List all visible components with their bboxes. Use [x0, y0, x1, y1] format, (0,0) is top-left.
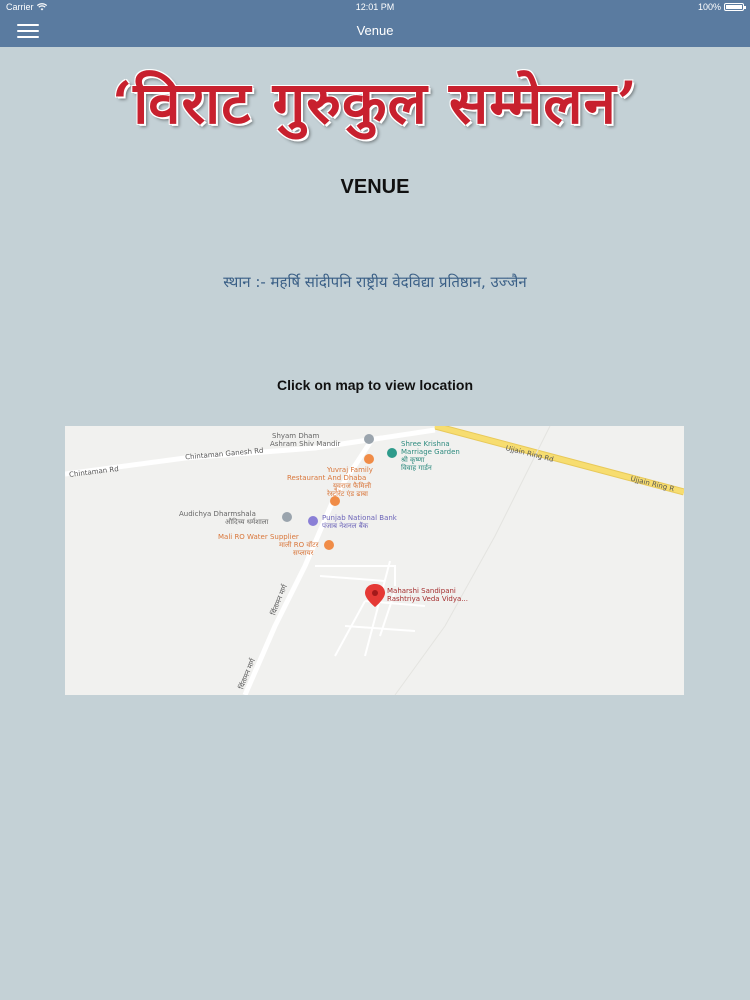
map-label: Shyam Dham — [272, 432, 320, 440]
map-label: Mali RO Water Supplier — [218, 533, 299, 541]
nav-title: Venue — [356, 23, 394, 38]
battery-icon — [724, 3, 746, 11]
page-title: VENUE — [340, 176, 410, 198]
map-label: Shree Krishna — [401, 440, 450, 448]
map-label: विवाह गार्डन — [401, 464, 432, 472]
map-label: माली RO वॉटर — [279, 541, 319, 549]
event-banner: ‘विराट गुरुकुल सम्मेलन’ — [0, 58, 750, 168]
map-label: Punjab National Bank — [322, 514, 397, 522]
map-label: सप्लायर — [293, 549, 314, 557]
location-pin-icon — [365, 584, 385, 607]
map-label: औदिच्य धर्मशाला — [225, 518, 269, 526]
battery-indicator: 100% — [697, 2, 746, 12]
map-hint: Click on map to view location — [276, 377, 474, 393]
map-label: Rashtriya Veda Vidya... — [387, 595, 468, 603]
map-label: Yuvraj Family — [327, 466, 373, 474]
map-label: Restaurant And Dhaba — [287, 474, 367, 482]
status-bar: Carrier 12:01 PM 100% — [0, 0, 750, 15]
map-label: Maharshi Sandipani — [387, 587, 456, 595]
map-label: श्री कृष्णा — [401, 456, 425, 464]
map-graphic — [65, 426, 684, 695]
map-label: Ashram Shiv Mandir — [270, 440, 341, 448]
nav-bar: Venue — [0, 15, 750, 47]
clock: 12:01 PM — [355, 2, 395, 12]
location-map[interactable]: Shyam Dham Ashram Shiv Mandir Shree Kris… — [65, 426, 684, 695]
map-label: पंजाब नेशनल बैंक — [322, 522, 369, 530]
map-label: रेस्टोरेंट एंड ढाबा — [327, 490, 368, 498]
venue-address: स्थान :- महर्षि सांदीपनि राष्ट्रीय वेदवि… — [223, 273, 527, 291]
map-label: Audichya Dharmshala — [179, 510, 256, 518]
map-label: युवराज फैमिली — [333, 482, 372, 490]
banner-title: ‘विराट गुरुकुल सम्मेलन’ — [112, 69, 638, 137]
map-label: Marriage Garden — [401, 448, 460, 456]
battery-percent: 100% — [697, 2, 721, 12]
